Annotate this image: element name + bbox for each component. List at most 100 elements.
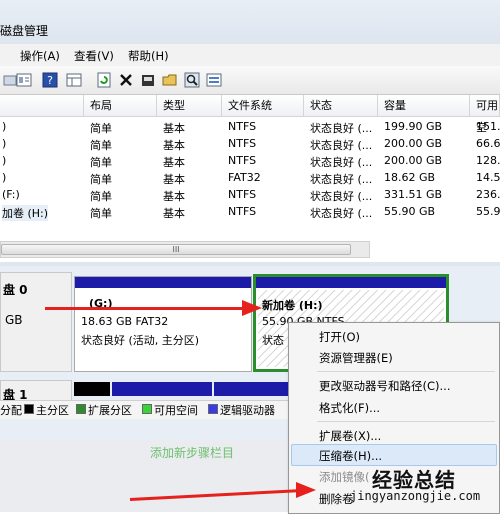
menu-item-format[interactable]: 格式化(F)... <box>319 400 380 416</box>
column-header-layout[interactable]: 布局 <box>84 95 157 117</box>
column-header-fs[interactable]: 文件系统 <box>222 95 304 117</box>
cell-free: 151.7 <box>476 120 500 133</box>
svg-text:?: ? <box>47 74 53 87</box>
view-icon[interactable] <box>204 70 224 90</box>
cell-type: 基本 <box>163 190 185 203</box>
legend-swatch-primary <box>24 404 34 414</box>
refresh-icon[interactable] <box>94 70 114 90</box>
volume-list: 布局 类型 文件系统 状态 容量 可用空 ) 简单 基本 NTFS 状态良好 (… <box>0 95 500 260</box>
cell-fs: FAT32 <box>228 171 261 184</box>
column-header-type[interactable]: 类型 <box>157 95 222 117</box>
annotation-arrow-line <box>45 307 245 310</box>
menu-help[interactable]: 帮助(H) <box>128 48 169 64</box>
watermark-url: jingyanzongjie.com <box>350 489 481 503</box>
cell-fs: NTFS <box>228 205 257 218</box>
search-icon[interactable] <box>182 70 202 90</box>
menu-action[interactable]: 操作(A) <box>20 48 60 64</box>
delete-icon[interactable] <box>116 70 136 90</box>
cell-layout: 简单 <box>90 156 112 169</box>
menu-item-change-drive-letter[interactable]: 更改驱动器号和路径(C)... <box>319 378 450 394</box>
menu-item-add-mirror: 添加镜像( <box>319 470 370 484</box>
column-header-volume[interactable] <box>0 95 84 117</box>
cell-status: 状态良好 (... <box>310 190 373 203</box>
annotation-arrow-head-2 <box>296 482 316 498</box>
cell-free: 128.9 <box>476 154 500 167</box>
cell-status: 状态良好 (... <box>310 139 373 152</box>
menu-item-explorer[interactable]: 资源管理器(E) <box>319 350 393 366</box>
menu-view[interactable]: 查看(V) <box>74 48 114 64</box>
disk1-info[interactable]: 盘 1 <box>0 380 72 402</box>
horizontal-scrollbar[interactable]: III <box>0 241 370 258</box>
partition-bar <box>75 277 251 288</box>
cell-status: 状态良好 (... <box>310 156 373 169</box>
disk-icon[interactable] <box>138 70 158 90</box>
disk0-info[interactable]: 盘 0 GB <box>0 272 72 372</box>
partition-h-status: 状态 <box>262 334 284 347</box>
cell-fs: NTFS <box>228 120 257 133</box>
menu-bar: 操作(A) 查看(V) 帮助(H) <box>0 44 500 67</box>
legend-logical: 逻辑驱动器 <box>220 404 275 417</box>
cell-free: 236.3 <box>476 188 500 201</box>
help-icon[interactable]: ? <box>40 70 60 90</box>
cell-capacity: 55.90 GB <box>384 205 436 218</box>
partition-bar <box>256 277 446 288</box>
cell-fs: NTFS <box>228 137 257 150</box>
cell-volume: 加卷 (H:) <box>2 205 49 221</box>
cell-fs: NTFS <box>228 188 257 201</box>
partition-g-size: 18.63 GB FAT32 <box>81 315 169 328</box>
disk1-primary-2[interactable] <box>214 382 288 396</box>
cell-free: 14.54 <box>476 171 500 184</box>
menu-item-delete-volume[interactable]: 删除卷 <box>319 491 354 507</box>
legend-free: 可用空间 <box>154 404 198 417</box>
title-bar: 磁盘管理 <box>0 0 500 44</box>
toolbar: ? <box>0 66 500 95</box>
properties-icon[interactable] <box>14 70 34 90</box>
scrollbar-thumb[interactable]: III <box>1 244 351 255</box>
cell-layout: 简单 <box>90 139 112 152</box>
window-title: 磁盘管理 <box>0 24 49 38</box>
menu-separator <box>317 421 495 422</box>
legend-extended: 扩展分区 <box>88 404 132 417</box>
cell-status: 状态良好 (... <box>310 173 373 186</box>
cell-layout: 简单 <box>90 207 112 220</box>
cell-capacity: 200.00 GB <box>384 154 443 167</box>
partition-g[interactable]: (G:) 18.63 GB FAT32 状态良好 (活动, 主分区) <box>74 276 252 372</box>
cell-volume: ) <box>2 120 7 133</box>
status-text: 添加新步骤栏目 <box>150 446 235 460</box>
cell-volume: ) <box>2 137 7 150</box>
partition-h-title: 新加卷 (H:) <box>262 299 323 312</box>
cell-status: 状态良好 (... <box>310 207 373 220</box>
legend-unallocated: 分配 <box>0 404 22 417</box>
disk1-unallocated[interactable] <box>74 382 110 396</box>
cell-layout: 简单 <box>90 173 112 186</box>
cell-capacity: 18.62 GB <box>384 171 436 184</box>
menu-item-shrink[interactable]: 压缩卷(H)... <box>319 448 382 464</box>
disk1-primary[interactable] <box>112 382 212 396</box>
legend-swatch-extended <box>76 404 86 414</box>
cell-type: 基本 <box>163 122 185 135</box>
disk0-label: 盘 0 <box>3 283 28 297</box>
cell-volume: ) <box>2 171 7 184</box>
cell-capacity: 199.90 GB <box>384 120 443 133</box>
cell-status: 状态良好 (... <box>310 122 373 135</box>
cell-type: 基本 <box>163 156 185 169</box>
cell-fs: NTFS <box>228 154 257 167</box>
cell-free: 55.91 <box>476 205 500 218</box>
menu-item-open[interactable]: 打开(O) <box>319 329 360 345</box>
partition-g-status: 状态良好 (活动, 主分区) <box>81 334 200 347</box>
grid-icon[interactable] <box>64 70 84 90</box>
cell-volume: ) <box>2 154 7 167</box>
column-header-capacity[interactable]: 容量 <box>378 95 470 117</box>
cell-layout: 简单 <box>90 122 112 135</box>
column-header-status[interactable]: 状态 <box>304 95 378 117</box>
menu-item-extend[interactable]: 扩展卷(X)... <box>319 428 381 444</box>
cell-capacity: 200.00 GB <box>384 137 443 150</box>
cell-type: 基本 <box>163 207 185 220</box>
legend-swatch-free <box>142 404 152 414</box>
cell-type: 基本 <box>163 139 185 152</box>
cell-volume: (F:) <box>2 188 20 201</box>
disk0-size: GB <box>5 313 23 327</box>
menu-separator <box>317 371 495 372</box>
open-icon[interactable] <box>160 70 180 90</box>
column-header-free[interactable]: 可用空 <box>470 95 500 134</box>
